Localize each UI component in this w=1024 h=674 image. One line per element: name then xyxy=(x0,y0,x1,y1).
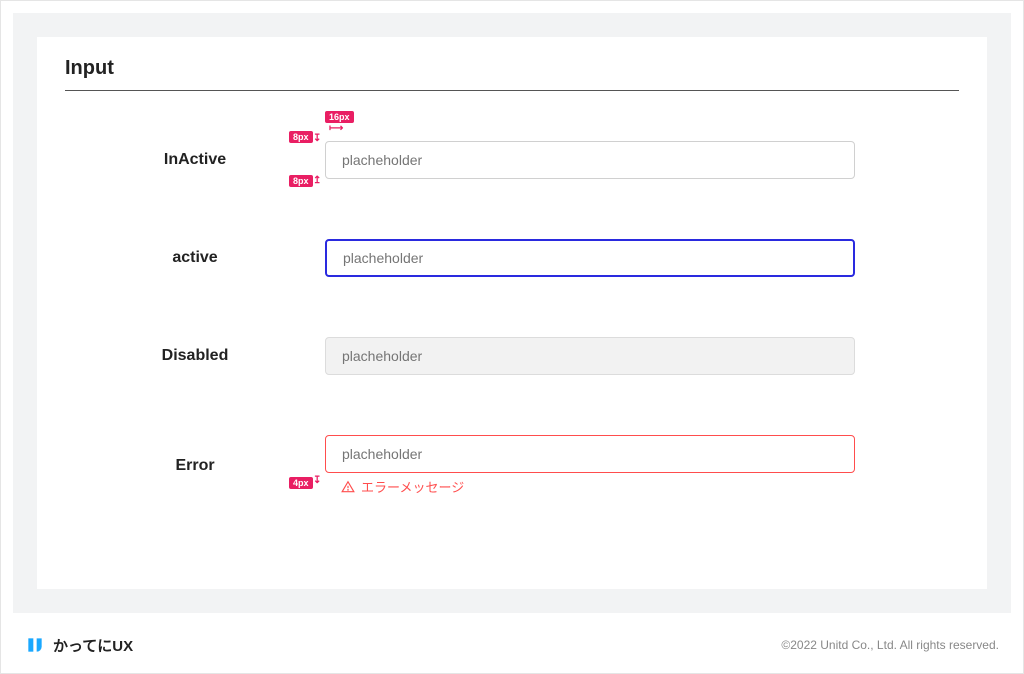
input-spec-card: Input InActive 16px ⟼ 8px ↧ 8px ↥ active xyxy=(37,37,987,589)
brand-logo-icon xyxy=(25,635,45,655)
measure-tag-4px: 4px xyxy=(289,477,313,489)
error-message-row: エラーメッセージ xyxy=(325,477,855,496)
row-disabled: Disabled xyxy=(65,337,959,375)
brand-name: かってにUX xyxy=(53,635,133,656)
input-wrap-error: 4px ↧ エラーメッセージ xyxy=(325,435,855,496)
input-active[interactable] xyxy=(325,239,855,277)
footer: かってにUX ©2022 Unitd Co., Ltd. All rights … xyxy=(1,617,1023,673)
row-error: Error 4px ↧ エラーメッセージ xyxy=(65,435,959,496)
brand: かってにUX xyxy=(25,635,133,656)
state-label-error: Error xyxy=(65,457,325,475)
design-canvas: Input InActive 16px ⟼ 8px ↧ 8px ↥ active xyxy=(13,13,1011,613)
error-message-text: エラーメッセージ xyxy=(361,477,464,496)
measure-arrow-v-bottom: ↥ xyxy=(313,175,321,186)
warning-icon xyxy=(341,480,355,494)
row-active: active xyxy=(65,239,959,277)
section-title: Input xyxy=(65,57,959,91)
state-label-active: active xyxy=(65,249,325,267)
state-label-inactive: InActive xyxy=(65,151,325,169)
measure-arrow-h: ⟼ xyxy=(329,123,343,134)
input-inactive[interactable] xyxy=(325,141,855,179)
measure-tag-16px: 16px xyxy=(325,111,354,123)
measure-tag-8px-top: 8px xyxy=(289,131,313,143)
measure-arrow-v-top: ↧ xyxy=(313,133,321,144)
copyright: ©2022 Unitd Co., Ltd. All rights reserve… xyxy=(781,638,999,652)
measure-arrow-error-gap: ↧ xyxy=(313,475,321,486)
state-label-disabled: Disabled xyxy=(65,347,325,365)
input-wrap-active xyxy=(325,239,855,277)
input-disabled xyxy=(325,337,855,375)
input-error[interactable] xyxy=(325,435,855,473)
measure-tag-8px-bottom: 8px xyxy=(289,175,313,187)
input-wrap-inactive: 16px ⟼ 8px ↧ 8px ↥ xyxy=(325,141,855,179)
row-inactive: InActive 16px ⟼ 8px ↧ 8px ↥ xyxy=(65,141,959,179)
input-wrap-disabled xyxy=(325,337,855,375)
